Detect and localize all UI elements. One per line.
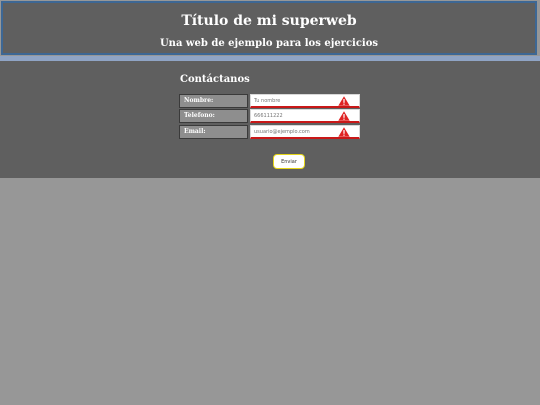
warning-icon: [338, 96, 350, 106]
page-header: Título de mi superweb Una web de ejemplo…: [1, 1, 537, 55]
email-label: Email:: [179, 125, 248, 139]
warning-icon: [338, 111, 350, 121]
phone-label: Telefono:: [179, 109, 248, 123]
site-title: Título de mi superweb: [181, 13, 357, 29]
warning-icon: [338, 127, 350, 137]
email-row: Email:: [179, 125, 360, 139]
contact-section: Contáctanos Nombre: Telefono: Email: Env…: [0, 61, 540, 178]
site-subtitle: Una web de ejemplo para los ejercicios: [159, 38, 379, 49]
submit-button[interactable]: Enviar: [273, 154, 305, 169]
phone-row: Telefono:: [179, 109, 360, 123]
name-label: Nombre:: [179, 94, 248, 108]
form-title: Contáctanos: [180, 74, 250, 85]
name-row: Nombre:: [179, 94, 360, 108]
